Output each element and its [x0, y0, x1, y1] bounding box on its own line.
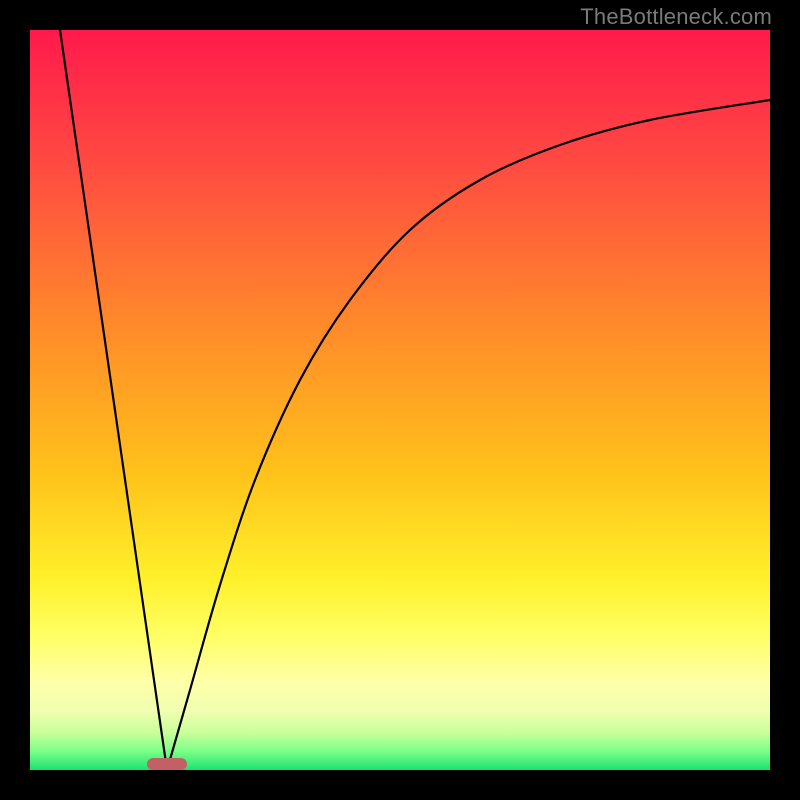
bottleneck-curve	[30, 30, 770, 770]
watermark-text: TheBottleneck.com	[580, 4, 772, 30]
optimum-marker	[147, 758, 187, 770]
plot-frame	[30, 30, 770, 770]
